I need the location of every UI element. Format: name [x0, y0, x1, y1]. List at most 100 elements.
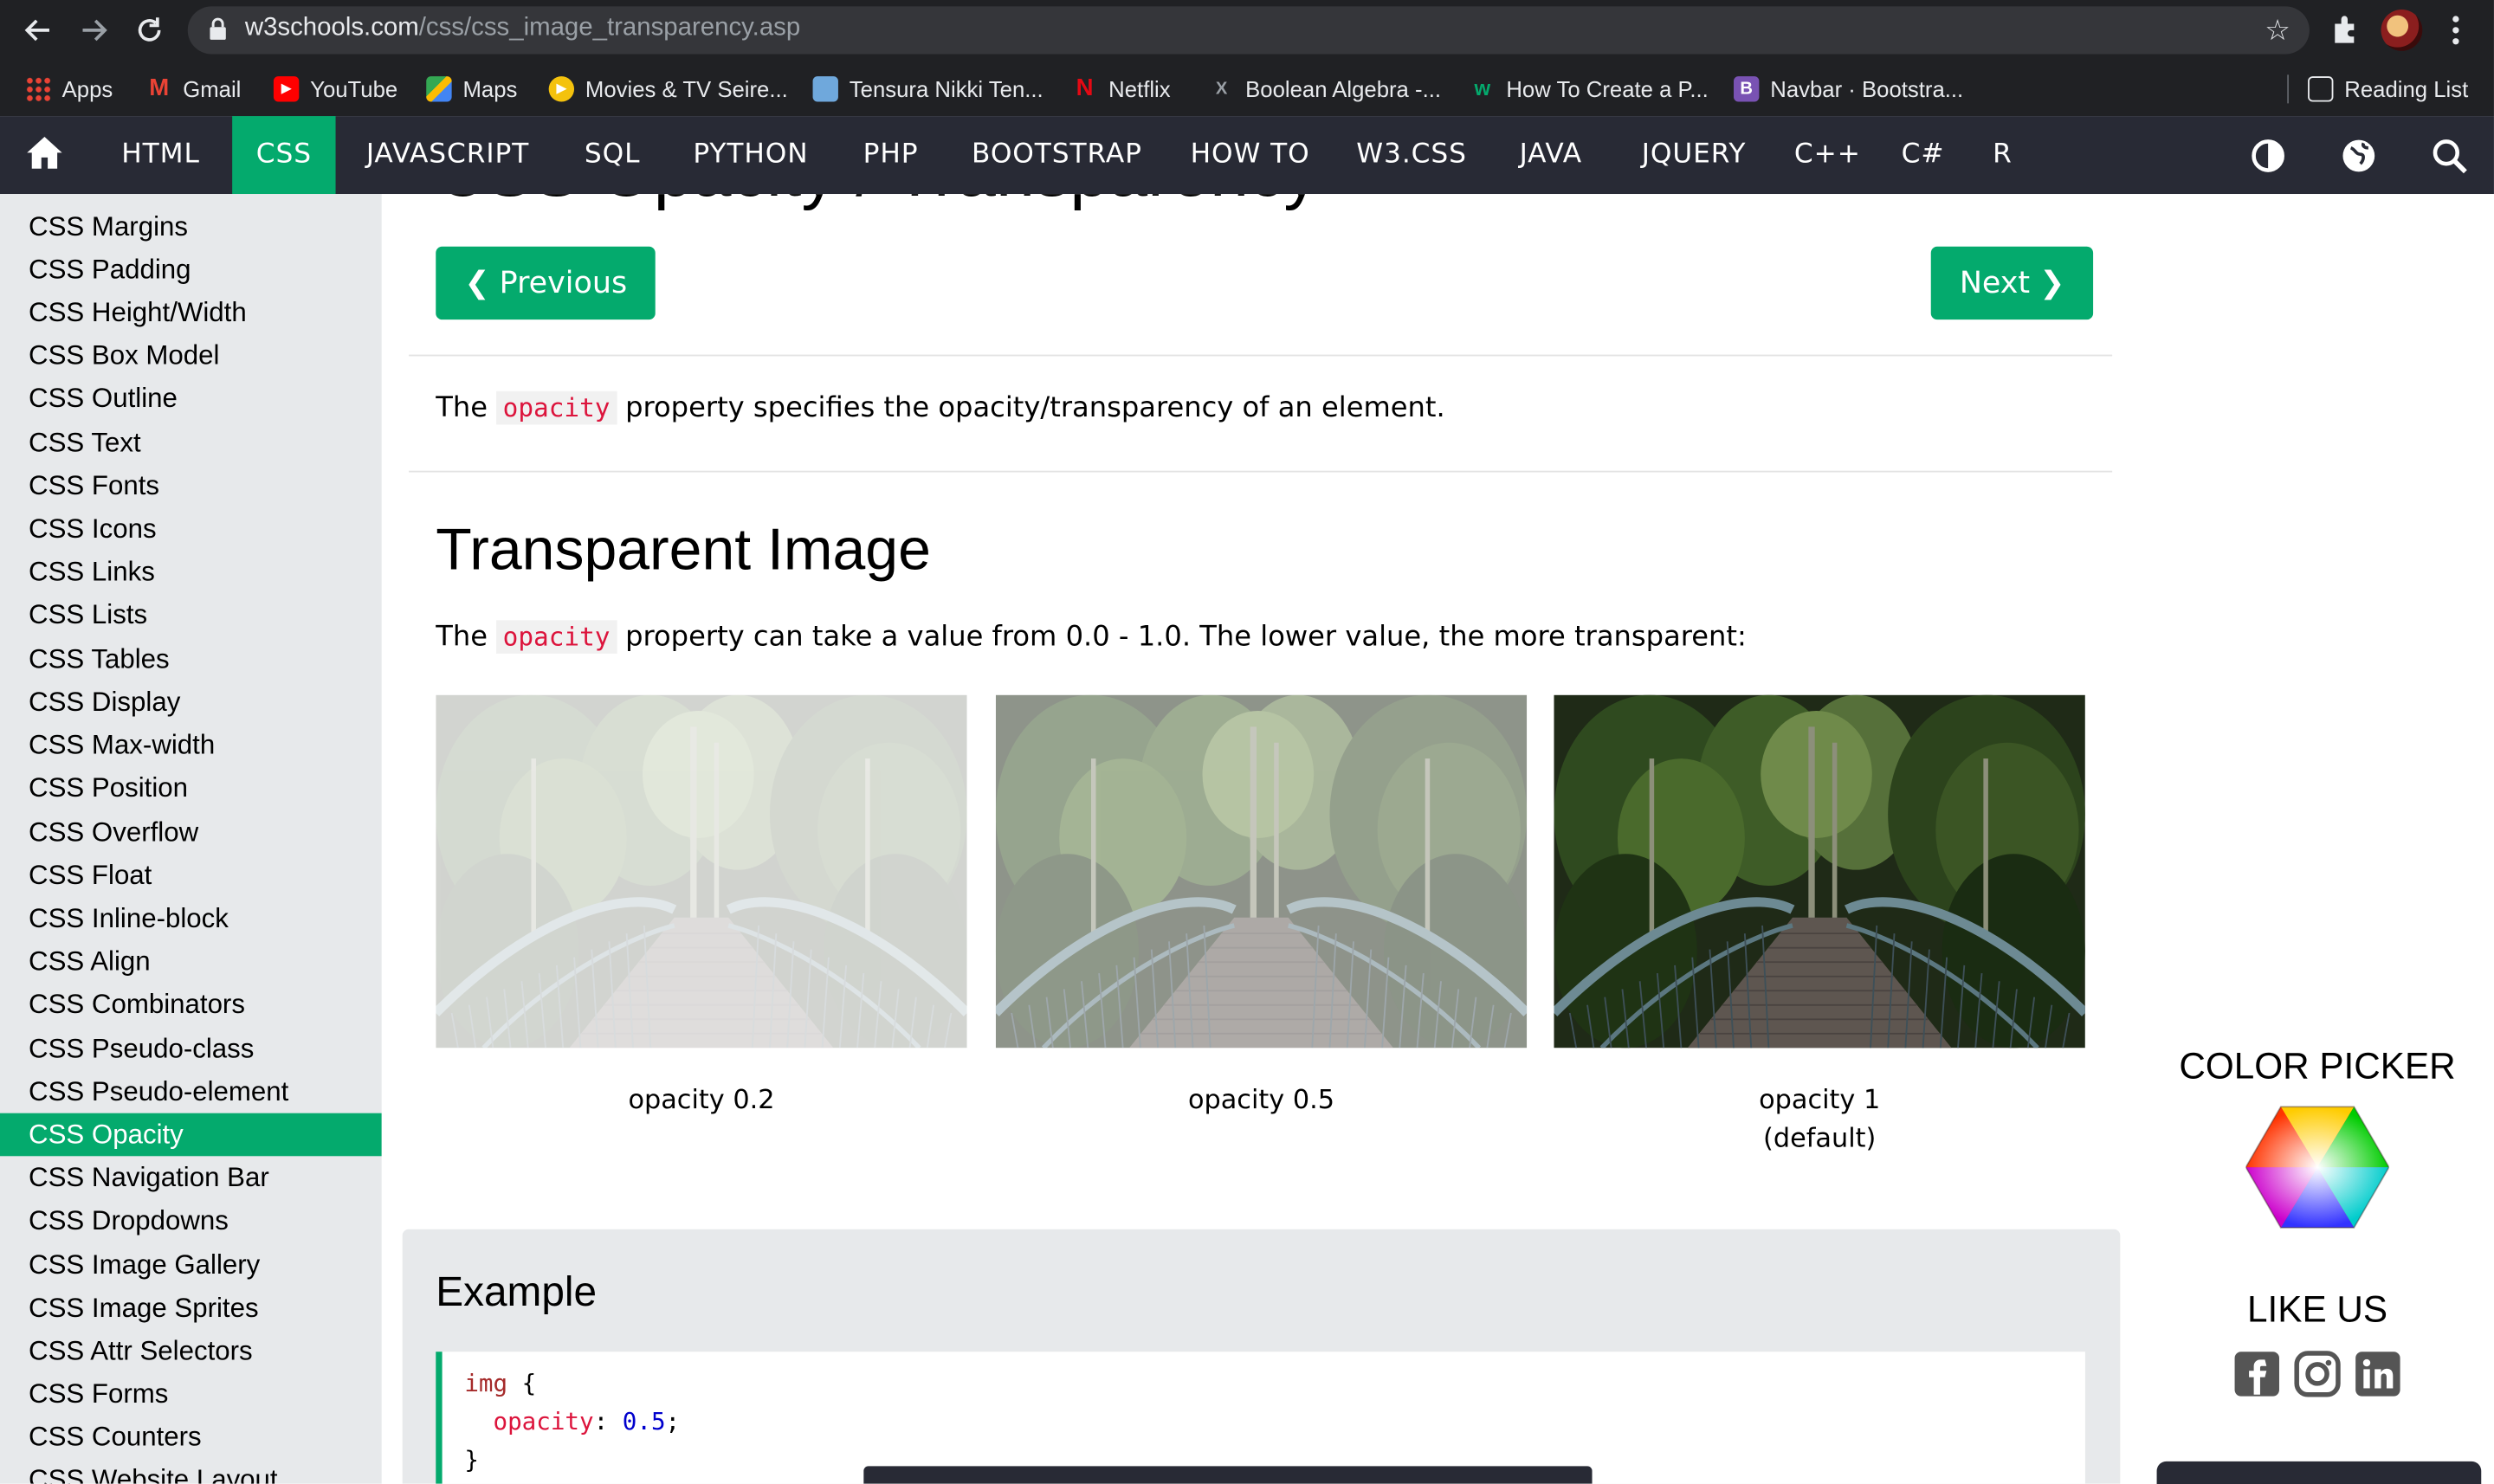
- code-value: 0.5: [622, 1407, 666, 1436]
- nav-java[interactable]: JAVA: [1495, 116, 1606, 194]
- sidebar-item-fonts[interactable]: CSS Fonts: [0, 464, 382, 507]
- bookmark-tensura[interactable]: Tensura Nikki Ten...: [812, 73, 1043, 105]
- extensions-icon[interactable]: [2325, 11, 2363, 49]
- sidebar-item-overflow[interactable]: CSS Overflow: [0, 811, 382, 855]
- nav-howto[interactable]: HOW TO: [1173, 116, 1328, 194]
- sidebar-item-attr-selectors[interactable]: CSS Attr Selectors: [0, 1329, 382, 1372]
- nav-php[interactable]: PHP: [838, 116, 943, 194]
- dark-mode-icon[interactable]: [2247, 135, 2289, 177]
- bookmark-movies[interactable]: ▶ Movies & TV Seire...: [548, 73, 788, 105]
- example-title: Example: [436, 1267, 598, 1315]
- bookmark-youtube[interactable]: ▶ YouTube: [273, 73, 397, 105]
- nav-w3css[interactable]: W3.CSS: [1336, 116, 1487, 194]
- kebab-menu-icon[interactable]: [2441, 11, 2470, 49]
- sidebar-item-forms[interactable]: CSS Forms: [0, 1372, 382, 1416]
- nav-css[interactable]: CSS: [232, 116, 336, 195]
- sidebar-item-margins[interactable]: CSS Margins: [0, 205, 382, 248]
- color-picker-hexagon-icon[interactable]: [2245, 1104, 2390, 1231]
- sidebar-item-max-width[interactable]: CSS Max-width: [0, 724, 382, 767]
- sidebar-item-links[interactable]: CSS Links: [0, 550, 382, 593]
- popup-bar: [863, 1466, 1593, 1484]
- nav-sql[interactable]: SQL: [561, 116, 663, 194]
- profile-avatar[interactable]: [2381, 10, 2423, 51]
- bookmark-apps[interactable]: Apps: [25, 73, 113, 105]
- bookmarks-divider: [2287, 74, 2290, 104]
- bookmark-label: Maps: [462, 76, 518, 102]
- sidebar-item-float[interactable]: CSS Float: [0, 854, 382, 897]
- nav-r[interactable]: R: [1973, 116, 2033, 194]
- bookmark-gmail[interactable]: M Gmail: [146, 73, 241, 105]
- bookmark-boolean[interactable]: X Boolean Algebra -...: [1209, 73, 1441, 105]
- sidebar-item-tables[interactable]: CSS Tables: [0, 638, 382, 681]
- sidebar-item-align[interactable]: CSS Align: [0, 939, 382, 983]
- reload-icon[interactable]: [132, 13, 166, 48]
- code-property: opacity: [493, 1407, 594, 1436]
- sidebar-item-inline-block[interactable]: CSS Inline-block: [0, 897, 382, 940]
- color-picker-heading: COLOR PICKER: [2179, 1044, 2456, 1087]
- home-icon[interactable]: [0, 116, 89, 194]
- bookmark-star-icon[interactable]: ☆: [2265, 15, 2290, 48]
- divider: [409, 354, 2113, 357]
- sidebar-item-image-sprites[interactable]: CSS Image Sprites: [0, 1287, 382, 1330]
- sidebar-item-image-gallery[interactable]: CSS Image Gallery: [0, 1243, 382, 1287]
- page-root: w3schools.com/css/css_image_transparency…: [0, 0, 2494, 1484]
- intro-paragraph: The opacity property specifies the opaci…: [436, 390, 1445, 425]
- code-selector: img: [464, 1369, 508, 1398]
- nav-cpp[interactable]: C++: [1781, 116, 1874, 194]
- inline-code-opacity: opacity: [496, 620, 617, 654]
- bookmark-label: How To Create a P...: [1506, 76, 1709, 102]
- sidebar-item-display[interactable]: CSS Display: [0, 681, 382, 724]
- sidebar-item-pseudo-class[interactable]: CSS Pseudo-class: [0, 1028, 382, 1071]
- caption-opacity-1: opacity 1 (default): [1554, 1081, 2084, 1158]
- reading-list[interactable]: Reading List: [2308, 73, 2468, 105]
- nav-jquery[interactable]: JQUERY: [1614, 116, 1774, 194]
- sidebar-item-website-layout[interactable]: CSS Website Layout: [0, 1458, 382, 1484]
- sidebar-item-opacity[interactable]: CSS Opacity: [0, 1113, 382, 1157]
- bookmark-label: Gmail: [183, 76, 242, 102]
- site-topnav: HTML CSS JAVASCRIPT SQL PYTHON PHP BOOTS…: [0, 116, 2494, 195]
- nav-html[interactable]: HTML: [95, 116, 226, 194]
- address-bar[interactable]: w3schools.com/css/css_image_transparency…: [187, 6, 2310, 55]
- like-us-heading: LIKE US: [2247, 1287, 2388, 1330]
- sidebar-item-height-width[interactable]: CSS Height/Width: [0, 291, 382, 334]
- sidebar-item-combinators[interactable]: CSS Combinators: [0, 983, 382, 1026]
- bookmark-netflix[interactable]: N Netflix: [1072, 73, 1171, 105]
- next-button[interactable]: Next ❯: [1930, 246, 2094, 320]
- p2-text-start: The: [436, 622, 488, 654]
- sidebar-item-counters[interactable]: CSS Counters: [0, 1416, 382, 1459]
- nav-bootstrap[interactable]: BOOTSTRAP: [950, 116, 1165, 194]
- sidebar-item-icons[interactable]: CSS Icons: [0, 507, 382, 551]
- sidebar-item-dropdowns[interactable]: CSS Dropdowns: [0, 1199, 382, 1242]
- nav-csharp[interactable]: C#: [1882, 116, 1965, 194]
- bookmark-navbar[interactable]: B Navbar · Bootstra...: [1734, 73, 1963, 105]
- forest-scene: [1554, 694, 2085, 1048]
- bookmark-howto[interactable]: w How To Create a P...: [1470, 73, 1709, 105]
- sidebar-item-padding[interactable]: CSS Padding: [0, 248, 382, 292]
- netflix-icon: N: [1076, 74, 1094, 102]
- facebook-icon[interactable]: [2233, 1350, 2281, 1397]
- globe-icon[interactable]: [2338, 135, 2380, 177]
- bookmark-label: Movies & TV Seire...: [585, 76, 788, 102]
- sidebar-item-box-model[interactable]: CSS Box Model: [0, 334, 382, 377]
- search-icon[interactable]: [2429, 135, 2471, 177]
- page-title: CSS Opacity / Transparency: [436, 194, 1319, 213]
- url-path: /css/css_image_transparency.asp: [418, 14, 801, 42]
- previous-button[interactable]: ❮ Previous: [436, 246, 656, 320]
- sidebar-item-pseudo-element[interactable]: CSS Pseudo-element: [0, 1070, 382, 1113]
- instagram-icon[interactable]: [2294, 1350, 2342, 1397]
- back-icon[interactable]: [21, 13, 55, 48]
- sidebar-item-position[interactable]: CSS Position: [0, 766, 382, 810]
- forest-image-opacity-1: [1554, 694, 2085, 1048]
- sidebar-item-navigation-bar[interactable]: CSS Navigation Bar: [0, 1156, 382, 1199]
- forest-image-opacity-05: [995, 694, 1528, 1048]
- opacity-description: The opacity property can take a value fr…: [436, 620, 1747, 654]
- forward-icon[interactable]: [76, 13, 111, 48]
- nav-javascript[interactable]: JAVASCRIPT: [342, 116, 553, 194]
- bookmark-maps[interactable]: Maps: [426, 73, 517, 105]
- sidebar-item-outline[interactable]: CSS Outline: [0, 377, 382, 420]
- nav-python[interactable]: PYTHON: [671, 116, 830, 194]
- linkedin-icon[interactable]: [2354, 1350, 2401, 1397]
- sidebar-item-lists[interactable]: CSS Lists: [0, 593, 382, 636]
- tensura-icon: [812, 76, 838, 102]
- sidebar-item-text[interactable]: CSS Text: [0, 422, 382, 465]
